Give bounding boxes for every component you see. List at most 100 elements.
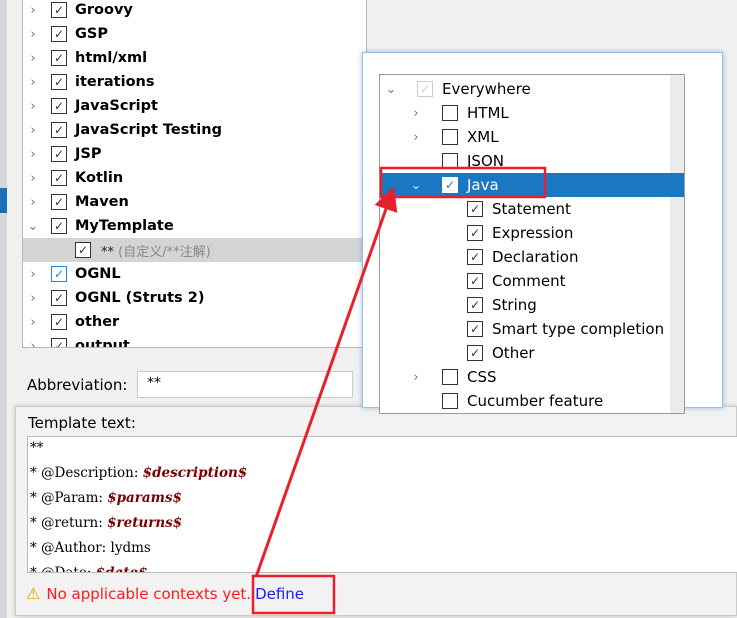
- context-tree[interactable]: ⌄ ✓ Everywhere › HTML › XML JSON ⌄ ✓ Java ✓ Statemen…: [379, 74, 685, 414]
- checkbox[interactable]: ✓: [467, 249, 483, 265]
- chevron-right-icon[interactable]: ›: [26, 118, 40, 142]
- template-group-label: JavaScript: [75, 98, 158, 114]
- context-row[interactable]: › XML: [380, 125, 670, 149]
- abbreviation-input[interactable]: **: [137, 371, 353, 398]
- checkbox[interactable]: [442, 393, 458, 409]
- checkbox[interactable]: ✓: [51, 50, 67, 66]
- checkbox[interactable]: ✓: [467, 297, 483, 313]
- context-tree-scrollbar[interactable]: [670, 75, 684, 413]
- checkbox[interactable]: ✓: [51, 194, 67, 210]
- template-tree-row[interactable]: › ✓ output: [23, 334, 366, 348]
- context-row[interactable]: ⌄ ✓ Everywhere: [380, 77, 670, 101]
- context-label: HTML: [467, 104, 509, 122]
- context-row[interactable]: ✓ Statement: [380, 197, 670, 221]
- context-row[interactable]: ✓ Expression: [380, 221, 670, 245]
- template-tree-row[interactable]: › ✓ html/xml: [23, 46, 366, 70]
- chevron-down-icon[interactable]: ⌄: [26, 214, 40, 238]
- template-tree-row[interactable]: › ✓ GSP: [23, 22, 366, 46]
- chevron-right-icon[interactable]: ›: [26, 46, 40, 70]
- context-row[interactable]: ⌄ ✓ Java: [380, 173, 684, 197]
- chevron-right-icon[interactable]: ›: [26, 286, 40, 310]
- context-row[interactable]: ✓ Comment: [380, 269, 670, 293]
- checkbox[interactable]: [442, 153, 458, 169]
- chevron-right-icon[interactable]: ›: [26, 166, 40, 190]
- checkbox[interactable]: ✓: [467, 201, 483, 217]
- checkbox[interactable]: ✓: [75, 242, 91, 258]
- template-tree-row[interactable]: › ✓ OGNL (Struts 2): [23, 286, 366, 310]
- code-line: * @return: $returns$: [30, 515, 182, 539]
- chevron-right-icon[interactable]: ›: [26, 310, 40, 334]
- chevron-down-icon[interactable]: ⌄: [384, 77, 398, 101]
- chevron-down-icon[interactable]: ⌄: [409, 173, 423, 197]
- template-tree-row[interactable]: › ✓ Kotlin: [23, 166, 366, 190]
- checkbox[interactable]: [442, 369, 458, 385]
- context-row[interactable]: ✓ Smart type completion: [380, 317, 670, 341]
- chevron-right-icon[interactable]: ›: [26, 334, 40, 348]
- context-row[interactable]: ✓ Declaration: [380, 245, 670, 269]
- checkbox[interactable]: ✓: [51, 98, 67, 114]
- template-tree-row[interactable]: ⌄ ✓ MyTemplate: [23, 214, 366, 238]
- context-row[interactable]: Cucumber feature: [380, 389, 670, 413]
- context-row[interactable]: ✓ String: [380, 293, 670, 317]
- chevron-right-icon[interactable]: ›: [409, 365, 423, 389]
- checkbox[interactable]: ✓: [51, 74, 67, 90]
- checkbox[interactable]: ✓: [51, 146, 67, 162]
- define-link[interactable]: Define: [255, 585, 304, 603]
- checkbox[interactable]: ✓: [467, 345, 483, 361]
- checkbox[interactable]: ✓: [467, 273, 483, 289]
- template-group-label: output: [75, 338, 130, 348]
- checkbox[interactable]: ✓: [467, 321, 483, 337]
- context-row[interactable]: › CSS: [380, 365, 670, 389]
- chevron-right-icon[interactable]: ›: [26, 142, 40, 166]
- chevron-right-icon[interactable]: ›: [409, 125, 423, 149]
- checkbox[interactable]: ✓: [51, 266, 67, 282]
- template-tree-row[interactable]: › ✓ JavaScript: [23, 94, 366, 118]
- chevron-right-icon[interactable]: ›: [26, 94, 40, 118]
- checkbox[interactable]: ✓: [51, 2, 67, 18]
- checkbox[interactable]: ✓: [51, 26, 67, 42]
- template-group-label: Groovy: [75, 2, 133, 18]
- checkbox[interactable]: [442, 129, 458, 145]
- checkbox[interactable]: ✓: [51, 170, 67, 186]
- checkbox[interactable]: ✓: [51, 338, 67, 347]
- chevron-right-icon[interactable]: ›: [26, 190, 40, 214]
- checkbox[interactable]: ✓: [51, 122, 67, 138]
- checkbox[interactable]: ✓: [467, 225, 483, 241]
- chevron-right-icon[interactable]: ›: [26, 70, 40, 94]
- template-text-editor[interactable]: ** * @Description: $description$ * @Param:…: [27, 436, 737, 573]
- chevron-right-icon[interactable]: ›: [26, 262, 40, 286]
- template-tree-row[interactable]: › ✓ Maven: [23, 190, 366, 214]
- context-label: Comment: [492, 272, 566, 290]
- code-line: * @Description: $description$: [30, 465, 247, 489]
- template-group-label: other: [75, 314, 120, 330]
- code-text: * @Description:: [30, 465, 143, 481]
- chevron-right-icon[interactable]: ›: [26, 22, 40, 46]
- template-tree-row[interactable]: ✓ ** (自定义/**注解): [23, 238, 366, 262]
- chevron-right-icon[interactable]: ›: [409, 101, 423, 125]
- template-tree-row[interactable]: › ✓ iterations: [23, 70, 366, 94]
- context-label: Expression: [492, 224, 574, 242]
- context-row[interactable]: › HTML: [380, 101, 670, 125]
- template-abbreviation: **: [101, 244, 114, 260]
- template-tree-row[interactable]: › ✓ JSP: [23, 142, 366, 166]
- checkbox[interactable]: ✓: [417, 81, 433, 97]
- live-templates-tree[interactable]: › ✓ Groovy › ✓ GSP › ✓ html/xml › ✓ iterations › ✓ Jav…: [22, 0, 367, 348]
- context-row[interactable]: ✓ Other: [380, 341, 670, 365]
- checkbox[interactable]: ✓: [51, 218, 67, 234]
- template-tree-row[interactable]: › ✓ Groovy: [23, 0, 366, 22]
- template-tree-row[interactable]: › ✓ other: [23, 310, 366, 334]
- checkbox[interactable]: ✓: [51, 290, 67, 306]
- checkbox[interactable]: [442, 105, 458, 121]
- checkbox[interactable]: ✓: [442, 177, 458, 193]
- context-row[interactable]: JSON: [380, 149, 670, 173]
- template-tree-row[interactable]: › ✓ JavaScript Testing: [23, 118, 366, 142]
- template-variable: $returns$: [107, 515, 183, 531]
- chevron-right-icon[interactable]: ›: [26, 0, 40, 22]
- checkbox[interactable]: ✓: [51, 314, 67, 330]
- template-tree-row[interactable]: › ✓ OGNL: [23, 262, 366, 286]
- warning-icon: ⚠: [26, 584, 41, 603]
